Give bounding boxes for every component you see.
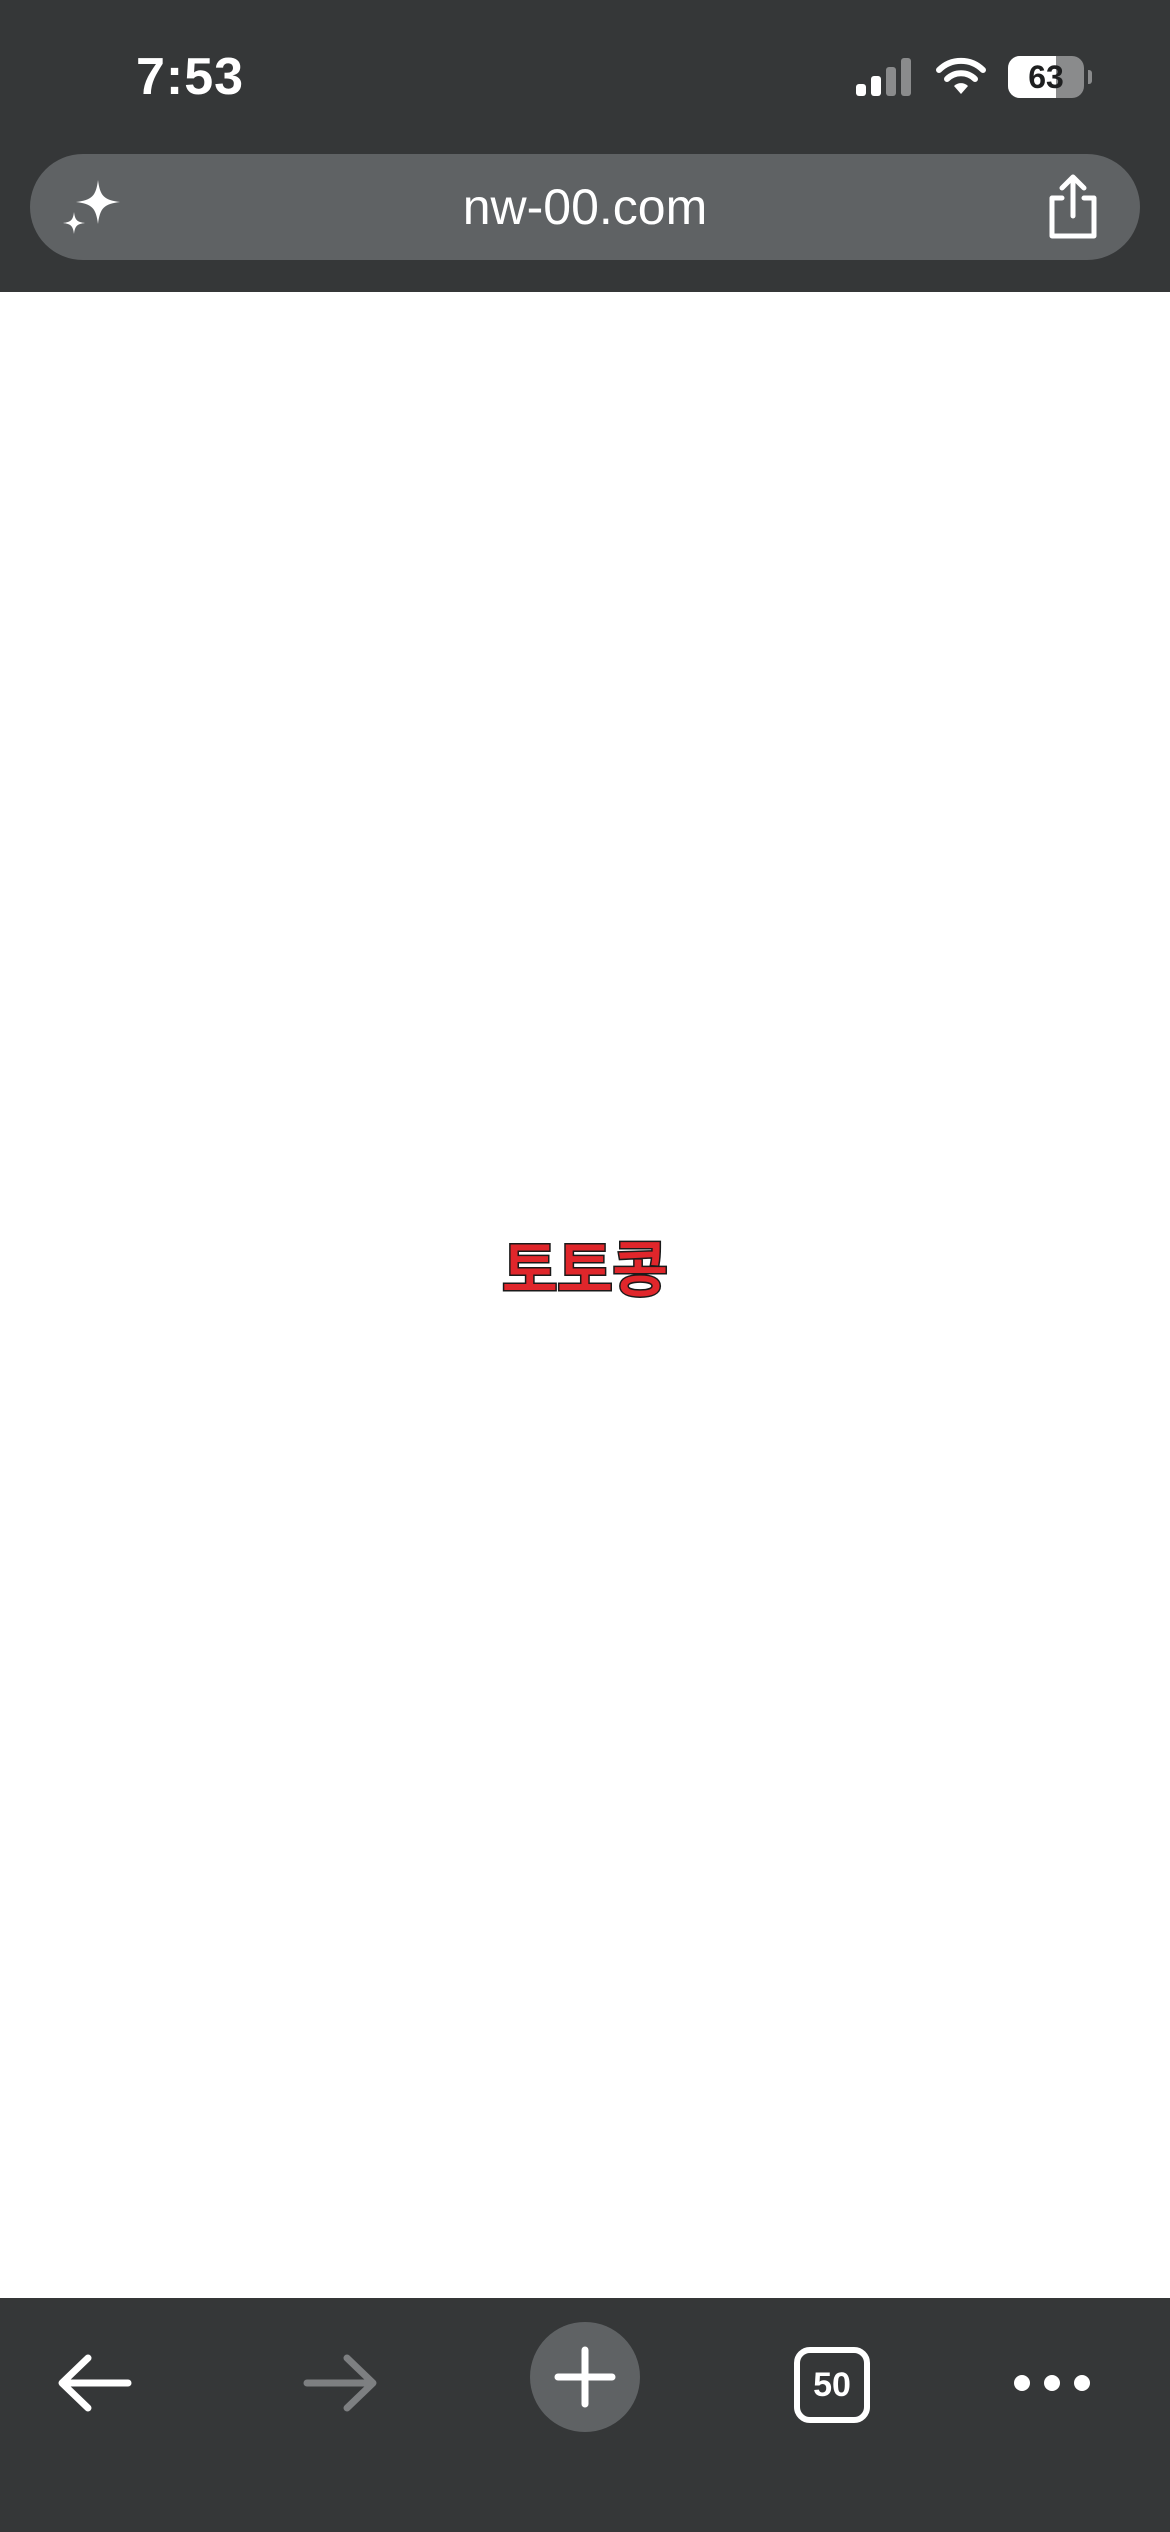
tab-count: 50 <box>794 2347 870 2423</box>
cellular-signal-icon <box>856 58 911 96</box>
forward-arrow-icon[interactable] <box>285 2328 395 2438</box>
sparkle-icon[interactable] <box>60 174 126 240</box>
battery-indicator: 63 <box>1008 56 1092 98</box>
tabs-button[interactable]: 50 <box>775 2328 885 2438</box>
battery-body: 63 <box>1008 56 1084 98</box>
wifi-icon <box>936 57 986 94</box>
plus-icon <box>554 2346 616 2408</box>
new-tab-button[interactable] <box>530 2322 640 2432</box>
top-chrome: 7:53 63 nw-00.com <box>0 0 1170 292</box>
site-logo[interactable]: 토토콩 <box>485 1227 685 1308</box>
battery-cap <box>1088 70 1092 84</box>
share-icon[interactable] <box>1040 172 1106 242</box>
status-time: 7:53 <box>136 48 245 106</box>
address-bar[interactable]: nw-00.com <box>30 154 1140 260</box>
web-page-content: 토토콩 <box>0 292 1170 2298</box>
bottom-toolbar: 50 <box>0 2298 1170 2532</box>
url-text[interactable]: nw-00.com <box>190 154 980 260</box>
battery-percent: 63 <box>1028 59 1064 95</box>
more-icon[interactable] <box>1000 2328 1110 2438</box>
back-arrow-icon[interactable] <box>40 2328 150 2438</box>
browser-screen: 7:53 63 nw-00.com 토토콩 50 <box>0 0 1170 2532</box>
logo-text: 토토콩 <box>502 1236 668 1306</box>
